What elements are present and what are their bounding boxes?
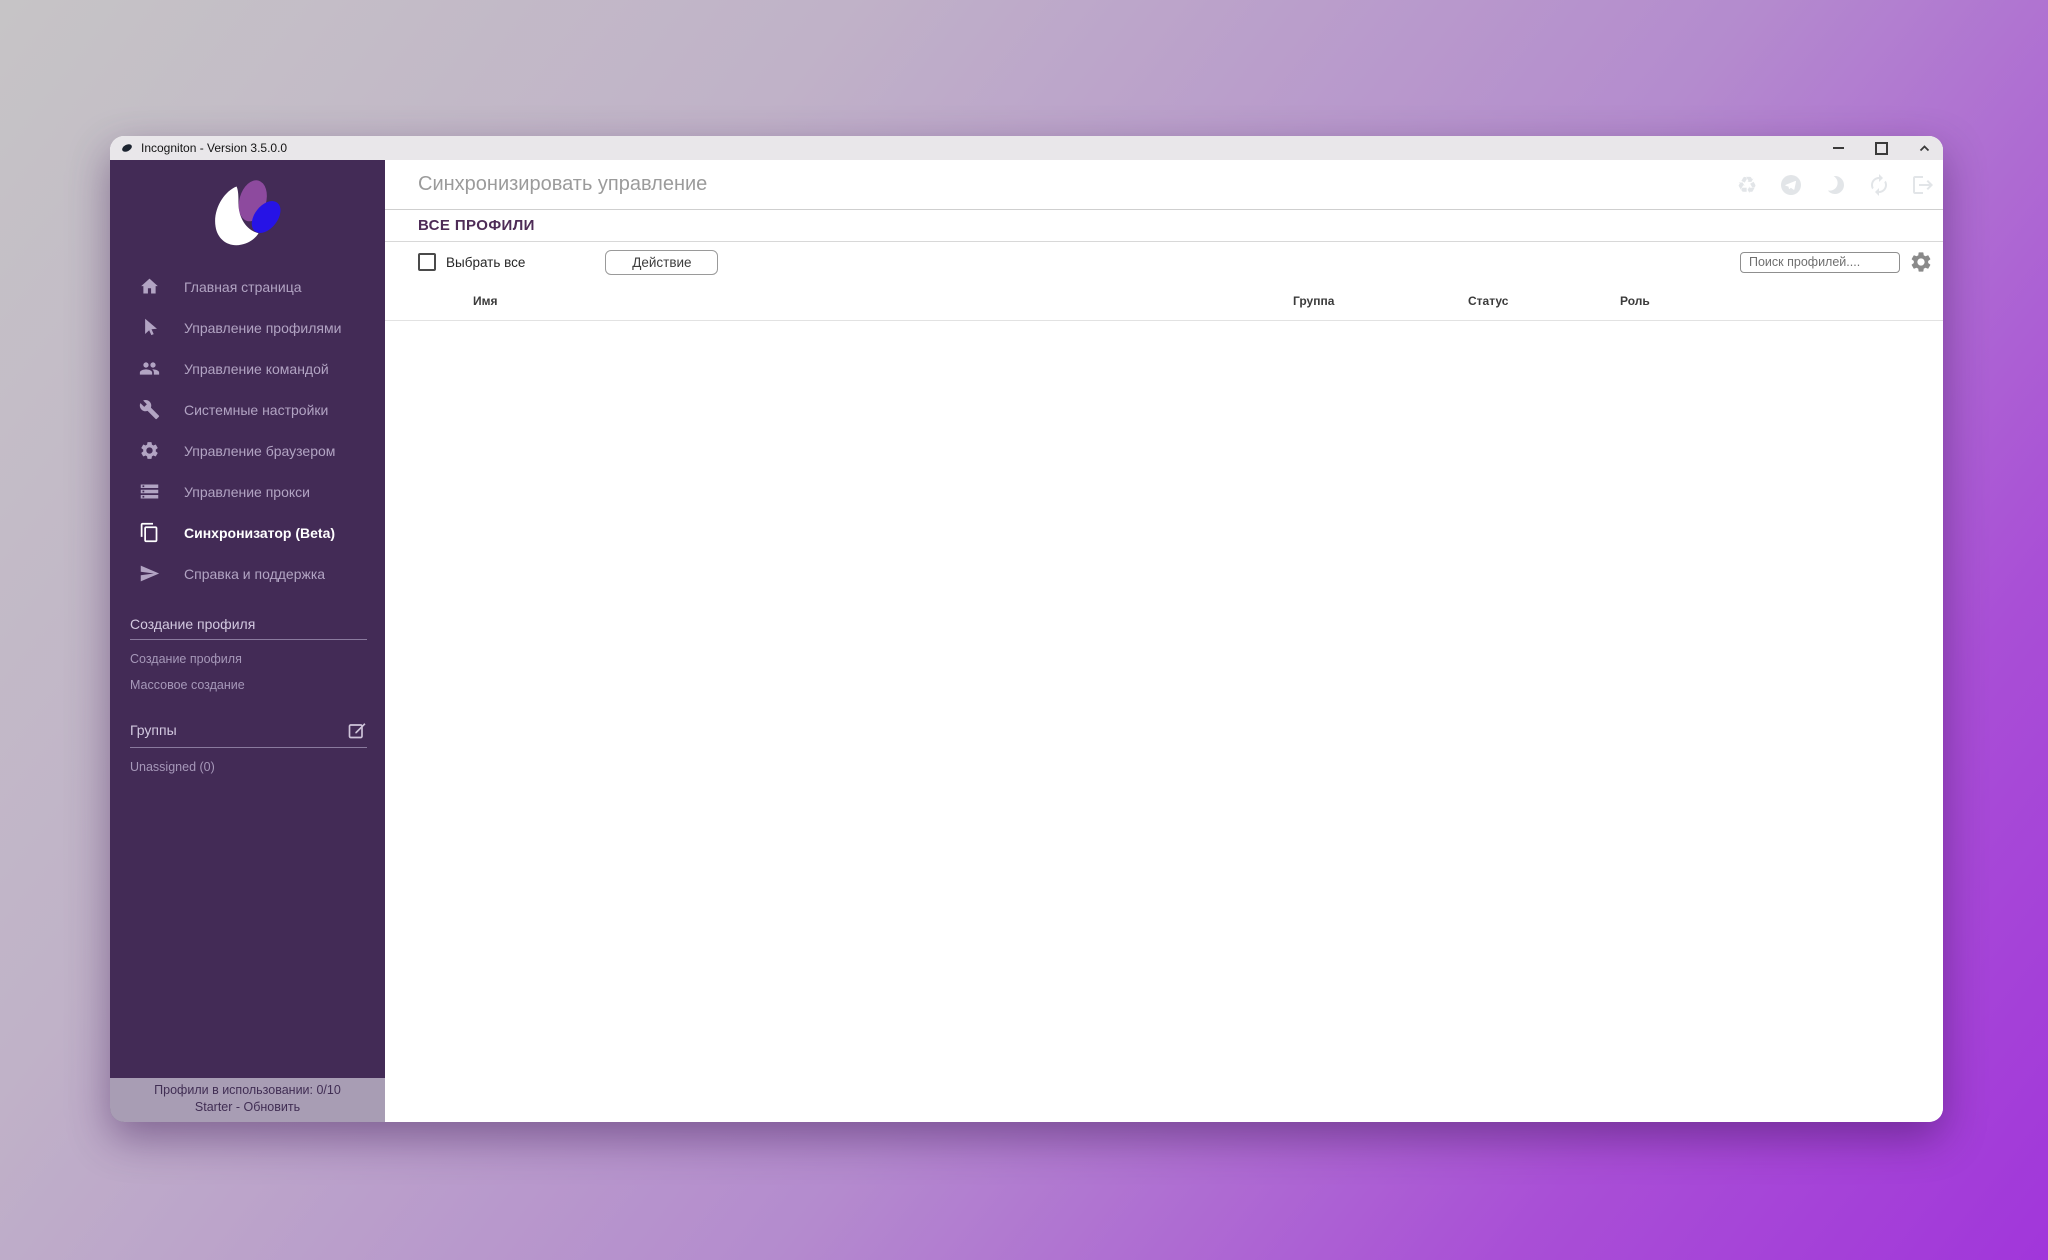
paper-plane-icon	[139, 563, 160, 584]
sidebar-item-label: Управление браузером	[184, 443, 335, 459]
search-settings-button[interactable]	[1909, 250, 1933, 274]
sidebar-item-create-profile[interactable]: Создание профиля	[130, 640, 367, 666]
sidebar-item-profiles[interactable]: Управление профилями	[110, 307, 385, 348]
header-icon-row: ♻	[1735, 173, 1935, 197]
sidebar-item-home[interactable]: Главная страница	[110, 266, 385, 307]
home-icon	[139, 276, 160, 297]
window-title: Incogniton - Version 3.5.0.0	[141, 141, 287, 155]
recycle-icon[interactable]: ♻	[1735, 173, 1759, 197]
profile-creation-section: Создание профиля Создание профиля Массов…	[130, 616, 367, 692]
sidebar-item-group-unassigned[interactable]: Unassigned (0)	[130, 748, 367, 774]
chevron-up-icon	[1918, 142, 1931, 155]
window-controls	[1832, 142, 1931, 155]
groups-section: Группы Unassigned (0)	[130, 720, 367, 774]
plan-upgrade-link[interactable]: Starter - Обновить	[114, 1099, 381, 1116]
app-body: Главная страница Управление профилями Уп…	[110, 160, 1943, 1122]
select-all-checkbox[interactable]	[418, 253, 436, 271]
sidebar-item-synchronizer[interactable]: Синхронизатор (Beta)	[110, 512, 385, 553]
main-content: Синхронизировать управление ♻	[385, 160, 1943, 1122]
search-area	[1740, 250, 1933, 274]
gear-icon	[139, 440, 160, 461]
team-icon	[139, 358, 160, 379]
telegram-icon[interactable]	[1779, 173, 1803, 197]
column-header-name: Имя	[473, 294, 498, 308]
sidebar-item-bulk-create[interactable]: Массовое создание	[130, 666, 367, 692]
sidebar-item-label: Справка и поддержка	[184, 566, 325, 582]
all-profiles-section-title: ВСЕ ПРОФИЛИ	[385, 210, 1943, 242]
sidebar-item-label: Управление командой	[184, 361, 329, 377]
dark-mode-moon-icon[interactable]	[1823, 173, 1847, 197]
logout-icon[interactable]	[1911, 173, 1935, 197]
wrench-icon	[139, 399, 160, 420]
select-all-label: Выбрать все	[446, 255, 525, 270]
sidebar-item-team[interactable]: Управление командой	[110, 348, 385, 389]
sidebar: Главная страница Управление профилями Уп…	[110, 160, 385, 1122]
collapse-button[interactable]	[1918, 142, 1931, 155]
section-header: Создание профиля	[130, 616, 367, 640]
refresh-icon[interactable]	[1867, 173, 1891, 197]
sidebar-item-proxy[interactable]: Управление прокси	[110, 471, 385, 512]
profiles-table-header: Имя Группа Статус Роль	[385, 282, 1943, 321]
cursor-icon	[139, 317, 160, 338]
incogniton-window: Incogniton - Version 3.5.0.0	[110, 136, 1943, 1122]
sidebar-item-label: Управление профилями	[184, 320, 341, 336]
minimize-button[interactable]	[1832, 142, 1845, 155]
titlebar: Incogniton - Version 3.5.0.0	[110, 136, 1943, 160]
maximize-icon	[1875, 142, 1888, 155]
sidebar-item-browser[interactable]: Управление браузером	[110, 430, 385, 471]
action-button[interactable]: Действие	[605, 250, 718, 275]
gear-icon	[1909, 250, 1933, 274]
profiles-in-use-label: Профили в использовании: 0/10	[114, 1082, 381, 1099]
sync-copy-icon	[139, 522, 160, 543]
edit-groups-button[interactable]	[347, 720, 367, 740]
sidebar-item-label: Главная страница	[184, 279, 302, 295]
usage-bar: Профили в использовании: 0/10 Starter - …	[110, 1078, 385, 1122]
column-header-role: Роль	[1620, 294, 1650, 308]
section-header-label: Создание профиля	[130, 616, 255, 632]
column-header-group: Группа	[1293, 294, 1334, 308]
sidebar-item-label: Синхронизатор (Beta)	[184, 525, 335, 541]
section-header: Группы	[130, 720, 367, 748]
sidebar-nav: Главная страница Управление профилями Уп…	[110, 266, 385, 594]
sidebar-item-label: Системные настройки	[184, 402, 328, 418]
sidebar-item-label: Управление прокси	[184, 484, 310, 500]
maximize-button[interactable]	[1875, 142, 1888, 155]
column-header-status: Статус	[1468, 294, 1508, 308]
profiles-table-body	[385, 321, 1943, 1122]
logo	[110, 160, 385, 266]
section-header-label: Группы	[130, 722, 177, 738]
search-input[interactable]	[1740, 252, 1900, 273]
incogniton-petals-logo	[200, 175, 296, 259]
sidebar-item-system-settings[interactable]: Системные настройки	[110, 389, 385, 430]
minimize-icon	[1833, 147, 1844, 149]
edit-icon	[347, 720, 367, 740]
toolbar: Выбрать все Действие	[385, 242, 1943, 282]
main-header: Синхронизировать управление ♻	[385, 160, 1943, 210]
proxy-server-icon	[139, 481, 160, 502]
sidebar-item-support[interactable]: Справка и поддержка	[110, 553, 385, 594]
page-title: Синхронизировать управление	[418, 173, 707, 196]
incogniton-swoosh-icon	[120, 142, 134, 154]
